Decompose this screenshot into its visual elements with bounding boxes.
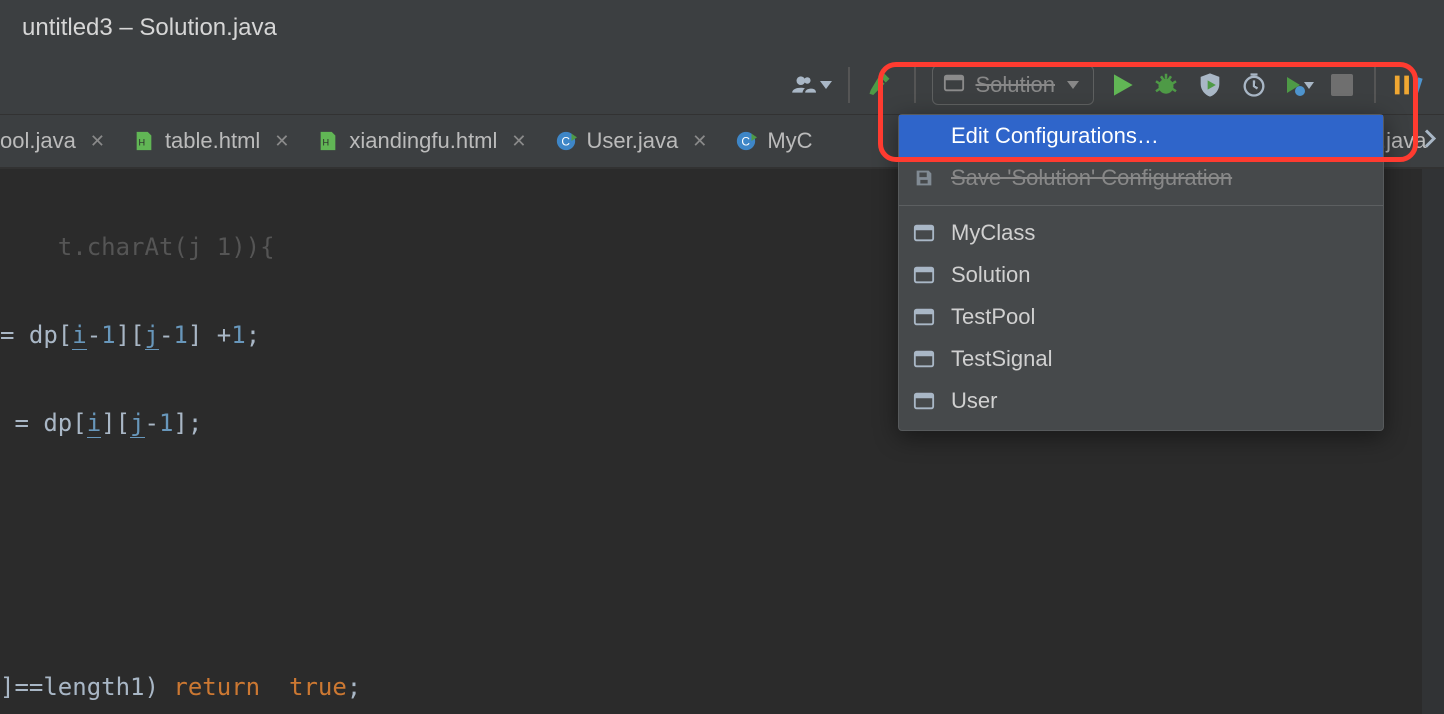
tab-label: xiandingfu.html <box>349 128 497 154</box>
menu-edit-configurations[interactable]: Edit Configurations… <box>899 115 1383 157</box>
application-icon <box>911 390 937 412</box>
tab-label: table.html <box>165 128 260 154</box>
main-toolbar: Solution <box>0 56 1444 114</box>
menu-label: TestSignal <box>951 346 1053 372</box>
bug-icon <box>1151 70 1181 100</box>
window-title: untitled3 – Solution.java <box>22 14 277 42</box>
html-file-icon: H <box>317 130 339 152</box>
run-with-button[interactable] <box>1282 69 1314 101</box>
run-config-label: Solution <box>975 72 1055 98</box>
svg-text:H: H <box>138 138 145 148</box>
menu-config-testsignal[interactable]: TestSignal <box>899 338 1383 380</box>
menu-label: MyClass <box>951 220 1035 246</box>
close-icon[interactable]: ✕ <box>90 131 105 152</box>
chevron-down-icon <box>1304 82 1314 89</box>
run-config-selector[interactable]: Solution <box>932 65 1094 105</box>
code-line <box>0 489 1444 533</box>
profiler-button[interactable] <box>1238 69 1270 101</box>
stop-button[interactable] <box>1326 69 1358 101</box>
html-file-icon: H <box>133 130 155 152</box>
application-icon <box>911 306 937 328</box>
separator <box>848 67 850 103</box>
tab-label: ool.java <box>0 128 76 154</box>
users-icon <box>790 72 816 98</box>
tab-table-html[interactable]: H table.html ✕ <box>119 115 303 167</box>
menu-label: Solution <box>951 262 1031 288</box>
title-bar: untitled3 – Solution.java <box>0 0 1444 56</box>
stop-icon <box>1331 74 1353 96</box>
code-line <box>0 577 1444 621</box>
menu-config-user[interactable]: User <box>899 380 1383 422</box>
svg-text:H: H <box>323 138 330 148</box>
menu-label: Edit Configurations… <box>951 123 1159 149</box>
debug-button[interactable] <box>1150 69 1182 101</box>
menu-label: TestPool <box>951 304 1035 330</box>
menu-separator <box>899 205 1383 206</box>
users-button[interactable] <box>790 72 832 98</box>
svg-text:C: C <box>561 135 570 149</box>
close-icon[interactable]: ✕ <box>511 131 526 152</box>
more-tabs-button[interactable] <box>1422 127 1438 156</box>
chevron-down-icon <box>820 81 832 89</box>
tab-suffix: .java <box>1380 128 1426 154</box>
application-icon <box>911 222 937 244</box>
menu-config-myclass[interactable]: MyClass <box>899 212 1383 254</box>
menu-config-solution[interactable]: Solution <box>899 254 1383 296</box>
tab-myclass-java[interactable]: C MyC <box>721 115 826 167</box>
search-everywhere-button[interactable] <box>1392 69 1424 101</box>
close-icon[interactable]: ✕ <box>692 131 707 152</box>
tab-user-java[interactable]: C User.java ✕ <box>541 115 722 167</box>
menu-label: User <box>951 388 997 414</box>
menu-config-testpool[interactable]: TestPool <box>899 296 1383 338</box>
close-icon[interactable]: ✕ <box>274 131 289 152</box>
chevron-right-icon <box>1422 127 1438 151</box>
java-class-icon: C <box>555 130 577 152</box>
tab-label: MyC <box>767 128 812 154</box>
search-bars-icon <box>1393 70 1423 100</box>
warning-marker[interactable] <box>1424 243 1442 261</box>
coverage-button[interactable] <box>1194 69 1226 101</box>
play-icon <box>1106 69 1138 101</box>
tab-xiandingfu-html[interactable]: H xiandingfu.html ✕ <box>303 115 540 167</box>
shield-icon <box>1196 71 1224 99</box>
clock-icon <box>1240 71 1268 99</box>
save-icon <box>911 167 937 189</box>
svg-text:C: C <box>742 135 751 149</box>
separator <box>914 67 916 103</box>
tab-testpool[interactable]: ool.java ✕ <box>0 115 119 167</box>
menu-label: Save 'Solution' Configuration <box>951 165 1232 191</box>
tab-label: User.java <box>587 128 679 154</box>
menu-save-configuration[interactable]: Save 'Solution' Configuration <box>899 157 1383 199</box>
application-icon <box>911 264 937 286</box>
hammer-icon <box>867 70 897 100</box>
play-dot-icon <box>1282 71 1306 99</box>
java-class-icon: C <box>735 130 757 152</box>
code-line: ]==length1) return true; <box>0 665 1444 709</box>
application-icon <box>943 72 965 99</box>
run-config-dropdown: Edit Configurations… Save 'Solution' Con… <box>898 114 1384 431</box>
run-button[interactable] <box>1106 69 1138 101</box>
separator <box>1374 67 1376 103</box>
chevron-down-icon <box>1067 81 1079 89</box>
build-button[interactable] <box>866 69 898 101</box>
application-icon <box>911 348 937 370</box>
